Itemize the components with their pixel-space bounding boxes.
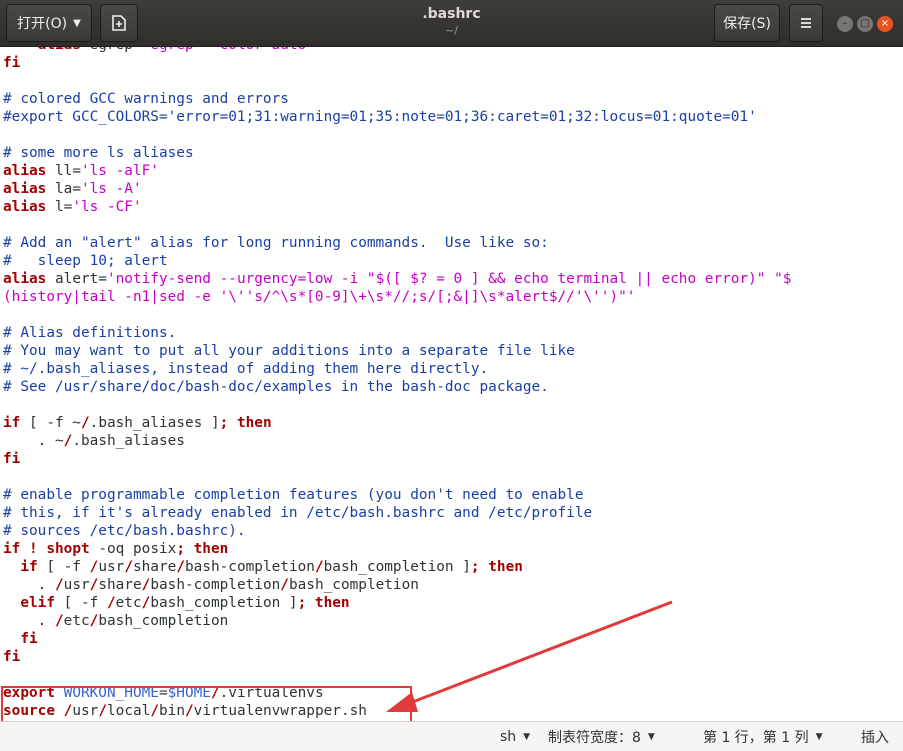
language-label: sh [500, 728, 517, 745]
gedit-window: 打开(O) ▼ .bashrc ~/ 保存(S) – □ × fi # colo… [0, 0, 903, 751]
cursor-position[interactable]: 第 1 行，第 1 列 ▼ [703, 722, 823, 751]
cursor-position-label: 第 1 行，第 1 列 [703, 729, 809, 746]
tab-width-label: 制表符宽度：8 [548, 729, 641, 746]
status-bar: sh ▼ 制表符宽度：8 ▼ 第 1 行，第 1 列 ▼ 插入 [0, 721, 903, 751]
insert-mode[interactable]: 插入 [861, 722, 889, 751]
chevron-down-icon: ▼ [523, 731, 531, 742]
chevron-down-icon: ▼ [815, 731, 823, 742]
chevron-down-icon: ▼ [647, 731, 655, 742]
insert-mode-label: 插入 [861, 729, 889, 746]
tab-width-selector[interactable]: 制表符宽度：8 ▼ [548, 722, 655, 751]
red-arrow-annotation [386, 600, 673, 712]
language-selector[interactable]: sh ▼ [500, 722, 530, 751]
